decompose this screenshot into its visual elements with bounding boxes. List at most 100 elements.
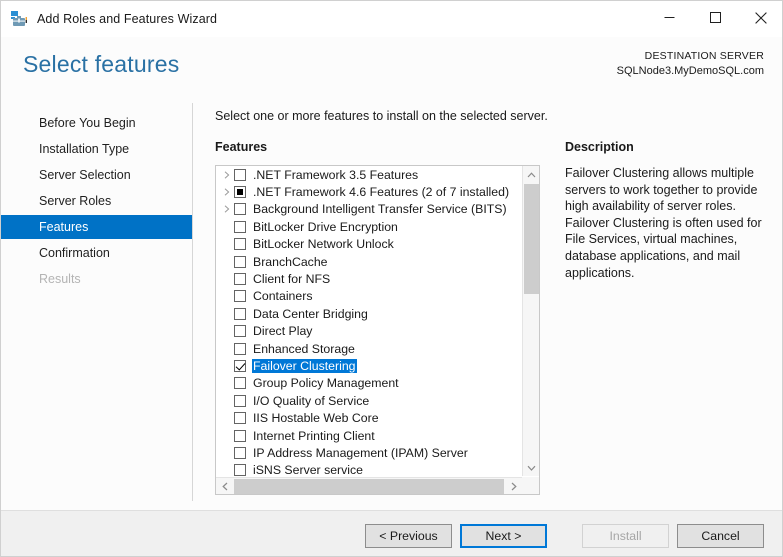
expand-arrow-icon[interactable]	[219, 188, 234, 196]
feature-row[interactable]: IP Address Management (IPAM) Server	[216, 444, 522, 461]
cancel-button[interactable]: Cancel	[677, 524, 764, 548]
feature-row[interactable]: Data Center Bridging	[216, 305, 522, 322]
sidebar-item-label: Server Selection	[39, 168, 131, 182]
expand-arrow-icon[interactable]	[219, 171, 234, 179]
feature-label: Internet Printing Client	[253, 428, 375, 443]
feature-row[interactable]: I/O Quality of Service	[216, 392, 522, 409]
title-bar: Add Roles and Features Wizard	[1, 1, 782, 37]
feature-row[interactable]: Direct Play	[216, 323, 522, 340]
feature-row[interactable]: .NET Framework 3.5 Features	[216, 166, 522, 183]
feature-checkbox-unchecked[interactable]	[234, 203, 246, 216]
feature-label: BitLocker Drive Encryption	[253, 219, 398, 234]
feature-row[interactable]: Background Intelligent Transfer Service …	[216, 201, 522, 218]
sidebar-item-features[interactable]: Features	[1, 215, 192, 239]
sidebar-item-label: Features	[39, 220, 89, 234]
feature-row[interactable]: Client for NFS	[216, 270, 522, 287]
instruction-text: Select one or more features to install o…	[215, 109, 548, 123]
feature-label: BranchCache	[253, 254, 328, 269]
destination-server-block: DESTINATION SERVER SQLNode3.MyDemoSQL.co…	[617, 49, 764, 79]
feature-row[interactable]: Group Policy Management	[216, 375, 522, 392]
feature-checkbox-unchecked[interactable]	[234, 412, 246, 425]
feature-checkbox-unchecked[interactable]	[234, 255, 246, 268]
feature-row[interactable]: Containers	[216, 288, 522, 305]
feature-checkbox-unchecked[interactable]	[234, 377, 246, 390]
feature-checkbox-unchecked[interactable]	[234, 325, 246, 338]
previous-button[interactable]: < Previous	[365, 524, 452, 548]
feature-checkbox-unchecked[interactable]	[234, 342, 246, 355]
sidebar-item-server-roles[interactable]: Server Roles	[1, 189, 192, 213]
feature-checkbox-unchecked[interactable]	[234, 168, 246, 181]
wizard-body: Before You Begin Installation Type Server …	[1, 99, 782, 510]
sidebar-item-server-selection[interactable]: Server Selection	[1, 163, 192, 187]
feature-checkbox-unchecked[interactable]	[234, 290, 246, 303]
sidebar-item-results: Results	[1, 267, 192, 291]
feature-row[interactable]: BranchCache	[216, 253, 522, 270]
feature-row[interactable]: Failover Clustering	[216, 357, 522, 374]
feature-label: I/O Quality of Service	[253, 393, 370, 408]
wizard-content-pane: Select one or more features to install o…	[192, 99, 782, 510]
destination-server-label: DESTINATION SERVER	[644, 50, 764, 62]
window-title: Add Roles and Features Wizard	[37, 12, 218, 26]
description-label: Description	[565, 140, 634, 154]
feature-checkbox-unchecked[interactable]	[234, 307, 246, 320]
feature-label: .NET Framework 4.6 Features (2 of 7 inst…	[253, 185, 510, 200]
feature-label: Failover Clustering	[252, 358, 357, 373]
feature-row[interactable]: Internet Printing Client	[216, 427, 522, 444]
scroll-left-icon[interactable]	[216, 478, 233, 494]
feature-label: BitLocker Network Unlock	[253, 237, 394, 252]
scrollbar-corner	[522, 477, 539, 494]
feature-label: IP Address Management (IPAM) Server	[253, 445, 468, 460]
features-horizontal-scrollbar[interactable]	[216, 477, 539, 494]
feature-label: Containers	[253, 289, 313, 304]
server-manager-icon	[10, 10, 28, 28]
sidebar-item-label: Server Roles	[39, 194, 112, 208]
sidebar-item-label: Results	[39, 272, 81, 286]
destination-server-name: SQLNode3.MyDemoSQL.com	[616, 65, 764, 77]
footer-button-row: < Previous Next > Install Cancel	[365, 524, 764, 548]
scroll-up-icon[interactable]	[523, 166, 539, 183]
wizard-navigation-sidebar: Before You Begin Installation Type Server …	[1, 99, 192, 510]
feature-checkbox-unchecked[interactable]	[234, 429, 246, 442]
feature-checkbox-partial[interactable]	[234, 186, 246, 199]
maximize-button[interactable]	[692, 1, 738, 34]
vertical-scroll-thumb[interactable]	[524, 184, 539, 294]
wizard-footer: < Previous Next > Install Cancel	[1, 510, 782, 556]
sidebar-item-before-you-begin[interactable]: Before You Begin	[1, 111, 192, 135]
feature-label: IIS Hostable Web Core	[253, 411, 379, 426]
expand-arrow-icon[interactable]	[219, 205, 234, 214]
sidebar-item-installation-type[interactable]: Installation Type	[1, 137, 192, 161]
feature-checkbox-unchecked[interactable]	[234, 446, 246, 459]
feature-row[interactable]: Enhanced Storage	[216, 340, 522, 357]
feature-checkbox-unchecked[interactable]	[234, 394, 246, 407]
feature-label: Enhanced Storage	[253, 341, 355, 356]
scroll-right-icon[interactable]	[505, 478, 522, 494]
feature-row[interactable]: BitLocker Drive Encryption	[216, 218, 522, 235]
button-spacer	[555, 524, 574, 548]
features-vertical-scrollbar[interactable]	[522, 166, 539, 476]
feature-row[interactable]: .NET Framework 4.6 Features (2 of 7 inst…	[216, 183, 522, 200]
feature-row[interactable]: iSNS Server service	[216, 462, 522, 476]
sidebar-item-label: Confirmation	[39, 246, 110, 260]
feature-label: .NET Framework 3.5 Features	[253, 167, 419, 182]
features-tree[interactable]: .NET Framework 3.5 Features .NET Framewor…	[216, 166, 522, 476]
close-button[interactable]	[738, 1, 782, 34]
feature-checkbox-checked[interactable]	[234, 359, 246, 372]
horizontal-scroll-thumb[interactable]	[234, 479, 504, 494]
feature-row[interactable]: IIS Hostable Web Core	[216, 409, 522, 426]
features-listbox[interactable]: .NET Framework 3.5 Features .NET Framewor…	[215, 165, 540, 495]
scroll-down-icon[interactable]	[523, 459, 539, 476]
feature-checkbox-unchecked[interactable]	[234, 464, 246, 476]
feature-checkbox-unchecked[interactable]	[234, 273, 246, 286]
feature-row[interactable]: BitLocker Network Unlock	[216, 236, 522, 253]
sidebar-item-confirmation[interactable]: Confirmation	[1, 241, 192, 265]
feature-checkbox-unchecked[interactable]	[234, 238, 246, 251]
feature-label: iSNS Server service	[253, 463, 364, 476]
window-controls	[646, 1, 782, 34]
page-title: Select features	[23, 51, 180, 77]
next-button[interactable]: Next >	[460, 524, 547, 548]
install-button: Install	[582, 524, 669, 548]
minimize-button[interactable]	[646, 1, 692, 34]
feature-checkbox-unchecked[interactable]	[234, 220, 246, 233]
wizard-header: Select features DESTINATION SERVER SQLNo…	[1, 37, 782, 99]
feature-label: Group Policy Management	[253, 376, 399, 391]
